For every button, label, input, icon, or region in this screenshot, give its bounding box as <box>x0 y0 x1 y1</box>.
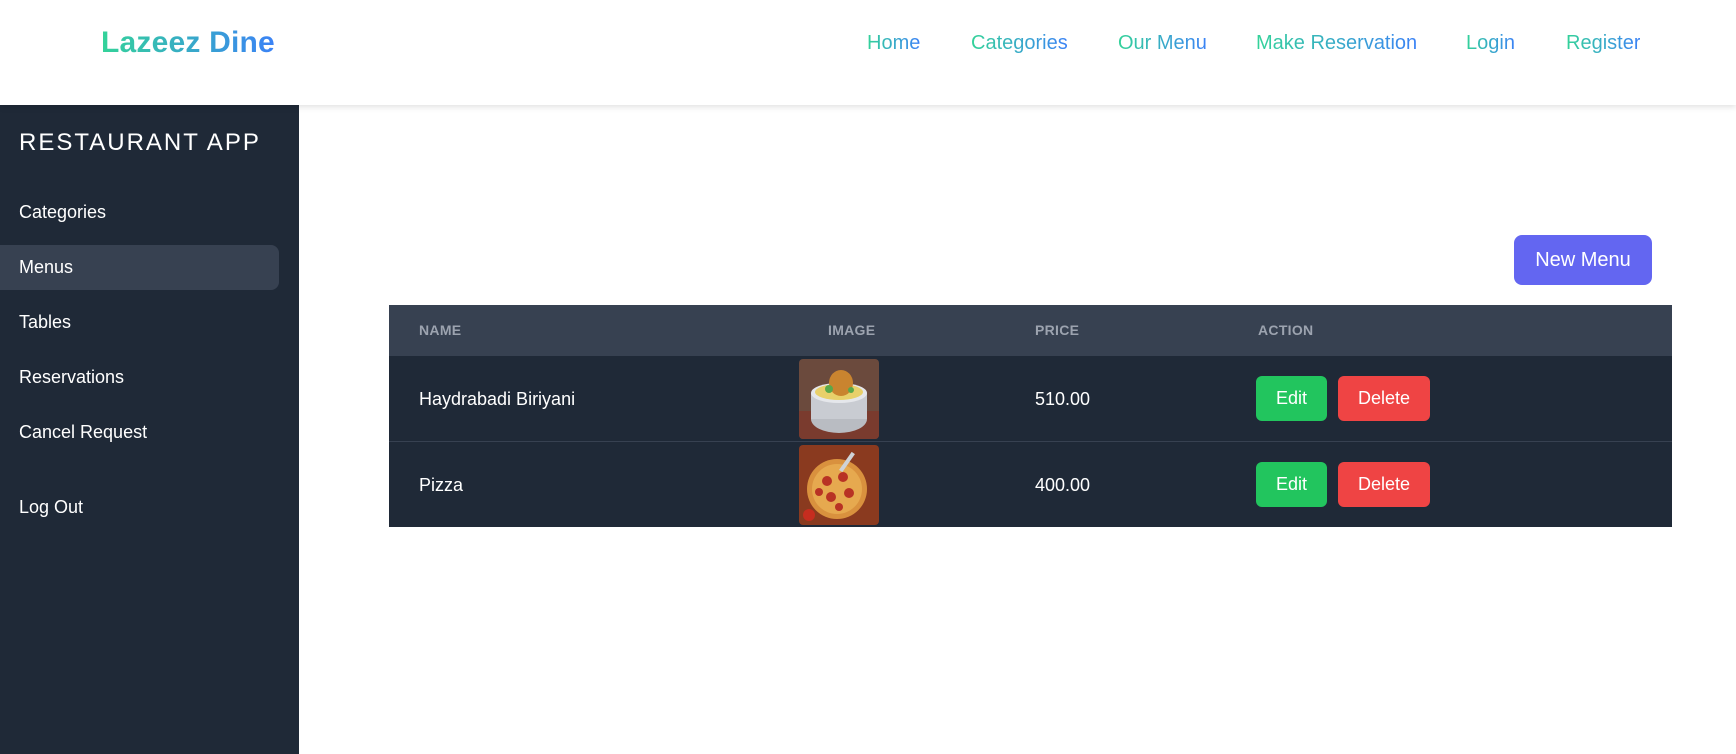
menu-item-name: Pizza <box>419 475 464 495</box>
new-menu-button[interactable]: New Menu <box>1514 235 1652 285</box>
sidebar-item-reservations[interactable]: Reservations <box>0 355 279 400</box>
nav-register[interactable]: Register <box>1566 32 1640 55</box>
sidebar-title: RESTAURANT APP <box>19 129 261 156</box>
sidebar-item-tables[interactable]: Tables <box>0 300 279 345</box>
sidebar-item-logout[interactable]: Log Out <box>0 485 279 530</box>
sidebar: RESTAURANT APP Categories Menus Tables R… <box>0 105 299 754</box>
main-nav: Home Categories Our Menu Make Reservatio… <box>0 32 1736 58</box>
nav-our-menu[interactable]: Our Menu <box>1118 32 1207 55</box>
column-header-action: ACTION <box>1258 322 1314 338</box>
nav-home[interactable]: Home <box>867 32 920 55</box>
delete-button[interactable]: Delete <box>1338 376 1430 421</box>
nav-login[interactable]: Login <box>1466 32 1515 55</box>
column-header-image: IMAGE <box>828 322 876 338</box>
menu-table: NAME IMAGE PRICE ACTION Haydrabadi Biriy… <box>389 305 1672 527</box>
nav-make-reservation[interactable]: Make Reservation <box>1256 32 1417 55</box>
edit-button[interactable]: Edit <box>1256 376 1327 421</box>
column-header-price: PRICE <box>1035 322 1080 338</box>
sidebar-item-categories[interactable]: Categories <box>0 190 279 235</box>
nav-categories[interactable]: Categories <box>971 32 1068 55</box>
edit-button[interactable]: Edit <box>1256 462 1327 507</box>
table-header: NAME IMAGE PRICE ACTION <box>389 305 1672 355</box>
delete-button[interactable]: Delete <box>1338 462 1430 507</box>
menu-item-price: 400.00 <box>1035 475 1091 495</box>
menu-item-name: Haydrabadi Biriyani <box>419 389 576 409</box>
sidebar-item-cancel-request[interactable]: Cancel Request <box>0 410 279 455</box>
table-row: Haydrabadi Biriyani 510.00 Edit Delete <box>389 355 1672 441</box>
column-header-name: NAME <box>419 322 462 338</box>
table-row: Pizza 400.00 Edit Delete <box>389 441 1672 527</box>
main-content: New Menu NAME IMAGE PRICE ACTION Haydrab… <box>299 105 1736 754</box>
biriyani-image <box>799 359 879 439</box>
menu-item-price: 510.00 <box>1035 389 1091 409</box>
top-navbar: Lazeez Dine Home Categories Our Menu Mak… <box>0 0 1736 105</box>
sidebar-item-menus[interactable]: Menus <box>0 245 279 290</box>
pizza-image <box>799 445 879 525</box>
